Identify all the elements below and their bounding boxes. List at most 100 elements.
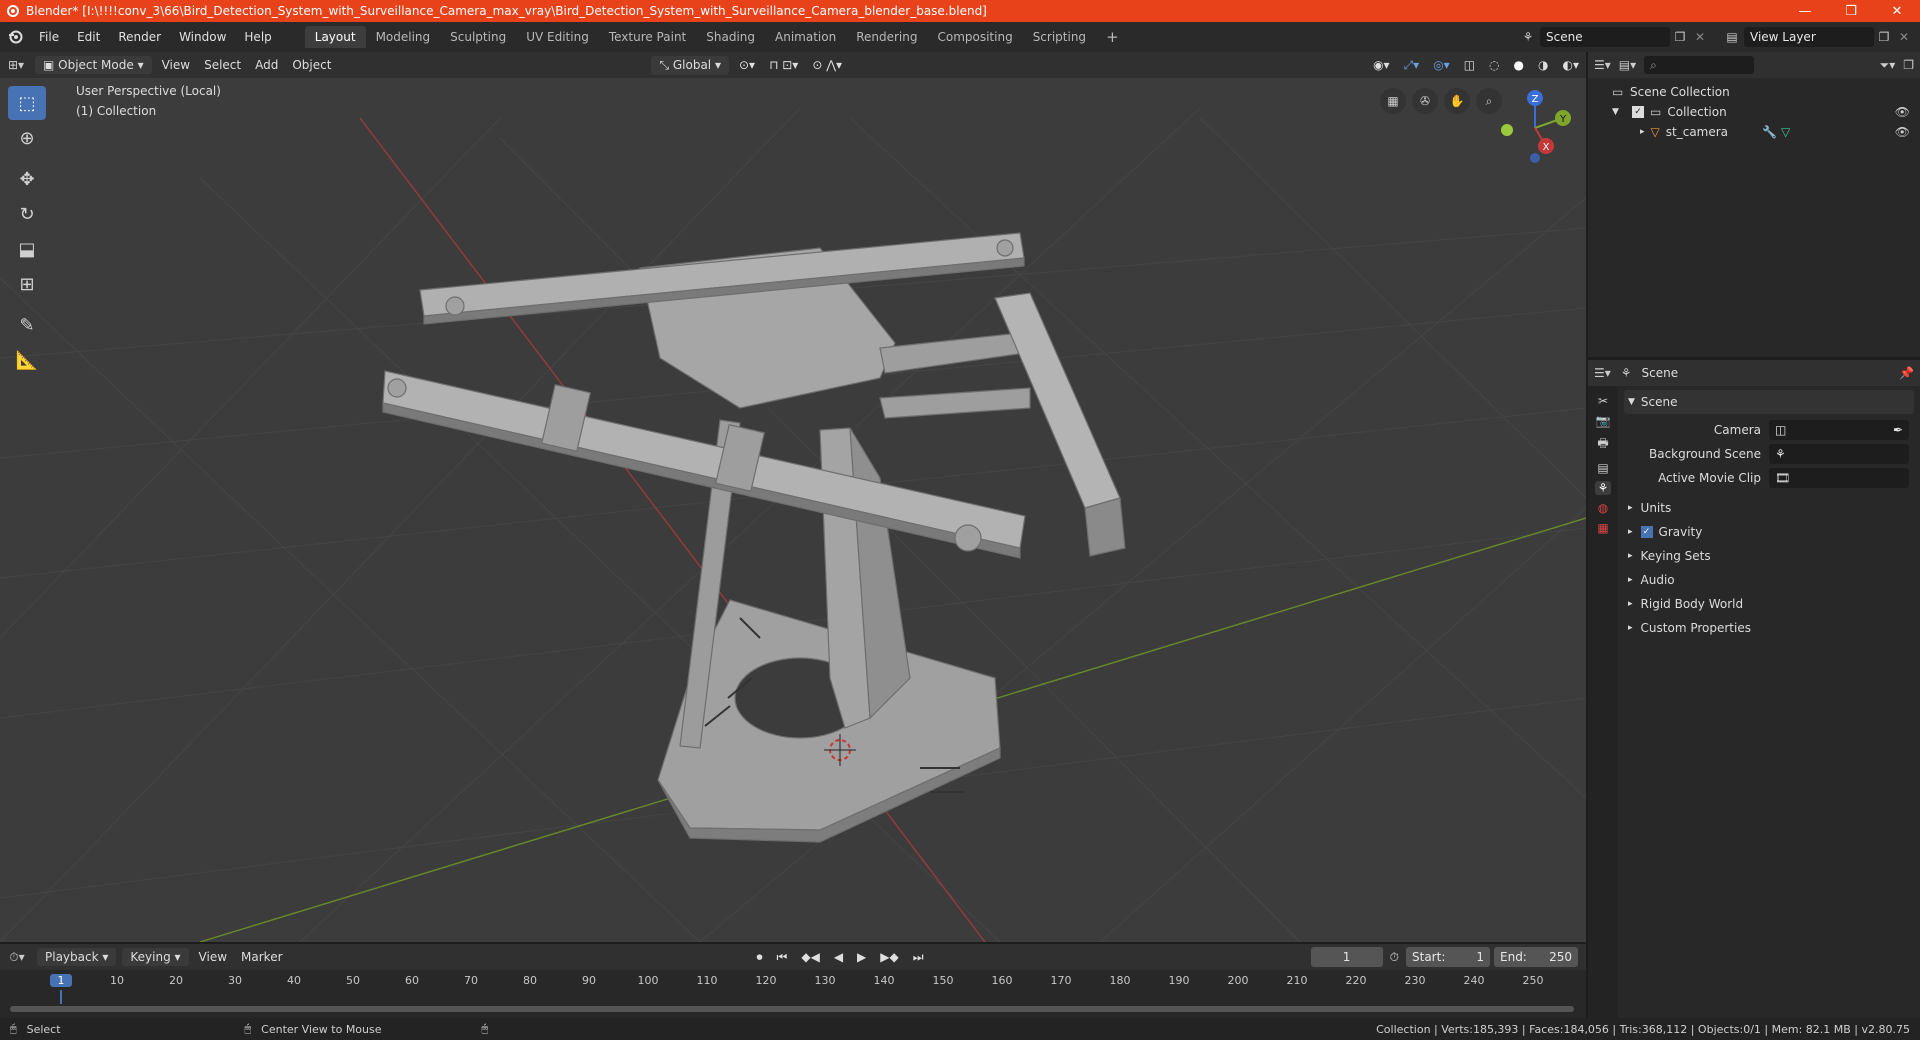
timeline-area[interactable]: 1 10 20 30 40 50 60 70 80 90 100 110 120 130 140 150 160…: [0, 970, 1586, 1018]
scene-icon[interactable]: ⚘: [1516, 30, 1540, 44]
playback-menu[interactable]: Playback ▾: [37, 948, 117, 966]
new-scene-icon[interactable]: ❐: [1670, 30, 1690, 44]
mode-dropdown[interactable]: ▣ Object Mode ▾: [35, 56, 152, 74]
measure-tool-icon[interactable]: 📐: [8, 343, 46, 377]
timeline-view-menu[interactable]: View: [192, 948, 234, 966]
menu-edit[interactable]: Edit: [68, 30, 109, 44]
render-tab-icon[interactable]: 📷: [1596, 414, 1611, 428]
outliner-scene-collection[interactable]: ▭ Scene Collection: [1594, 82, 1914, 102]
new-view-layer-icon[interactable]: ❐: [1874, 30, 1894, 44]
jump-start-icon[interactable]: ⏮: [770, 948, 795, 967]
view-layer-selector[interactable]: View Layer: [1744, 27, 1874, 47]
transform-orientation-dropdown[interactable]: ⤡ Global ▾: [651, 55, 729, 75]
menu-file[interactable]: File: [30, 30, 68, 44]
record-icon[interactable]: ⏺: [750, 948, 770, 967]
jump-end-icon[interactable]: ⏭: [906, 948, 931, 967]
tab-rendering[interactable]: Rendering: [846, 26, 927, 48]
visibility-eye-icon[interactable]: 👁: [1895, 125, 1910, 139]
select-box-tool-icon[interactable]: ⬚: [8, 86, 46, 120]
blender-menu-icon[interactable]: [0, 29, 30, 45]
tab-texture-paint[interactable]: Texture Paint: [599, 26, 696, 48]
scene-panel-header[interactable]: ▼ Scene: [1624, 390, 1914, 414]
tab-modeling[interactable]: Modeling: [366, 26, 441, 48]
minimize-button[interactable]: —: [1782, 4, 1828, 19]
active-movie-clip-field[interactable]: 🎞: [1769, 468, 1909, 488]
timeline-scrollbar[interactable]: [10, 1006, 1574, 1012]
menu-add[interactable]: Add: [248, 56, 285, 74]
stopwatch-icon[interactable]: ⏱: [1383, 948, 1406, 967]
camera-view-icon[interactable]: ✇: [1412, 88, 1438, 114]
tab-uv-editing[interactable]: UV Editing: [516, 26, 599, 48]
properties-editor-type-icon[interactable]: ☰▾: [1594, 366, 1611, 380]
overlay-toggle-icon[interactable]: ◎▾: [1426, 56, 1457, 74]
start-frame-field[interactable]: Start: 1: [1406, 947, 1490, 967]
material-shading-icon[interactable]: ◑: [1531, 56, 1555, 74]
next-keyframe-icon[interactable]: ▶◆: [873, 948, 905, 966]
close-button[interactable]: ✕: [1874, 4, 1920, 19]
tab-layout[interactable]: Layout: [304, 26, 366, 48]
scale-tool-icon[interactable]: ⬓: [8, 232, 46, 266]
axis-gizmo[interactable]: Z Y X: [1490, 86, 1572, 166]
frame-ruler[interactable]: 1 10 20 30 40 50 60 70 80 90 100 110 120 130 140 150 160…: [0, 970, 1586, 1004]
pivot-point-icon[interactable]: ⊙▾: [732, 56, 762, 74]
play-reverse-icon[interactable]: ◀: [827, 948, 850, 966]
gravity-section[interactable]: ▸ ✓ Gravity: [1624, 520, 1914, 544]
menu-select[interactable]: Select: [197, 56, 248, 74]
xray-toggle-icon[interactable]: ◫: [1457, 56, 1482, 74]
mesh-data-icon[interactable]: ▽: [1781, 125, 1790, 139]
outliner-collection[interactable]: ▼ ✓ ▭ Collection 👁: [1594, 102, 1914, 122]
tab-animation[interactable]: Animation: [765, 26, 846, 48]
pin-icon[interactable]: 📌: [1899, 366, 1914, 380]
outliner-object[interactable]: ▸ ▽ st_camera 🔧 ▽ 👁: [1594, 122, 1914, 142]
maximize-button[interactable]: ❐: [1828, 4, 1874, 19]
background-scene-field[interactable]: ⚘: [1769, 444, 1909, 464]
tab-compositing[interactable]: Compositing: [927, 26, 1022, 48]
menu-window[interactable]: Window: [170, 30, 235, 44]
modifier-wrench-icon[interactable]: 🔧: [1762, 125, 1777, 139]
current-frame-field[interactable]: 1: [1310, 947, 1383, 967]
expand-arrow-icon[interactable]: ▼: [1594, 107, 1619, 117]
wireframe-shading-icon[interactable]: ◌: [1482, 56, 1506, 74]
remove-view-layer-icon[interactable]: ✕: [1894, 30, 1914, 44]
custom-properties-section[interactable]: ▸ Custom Properties: [1624, 616, 1914, 640]
tab-sculpting[interactable]: Sculpting: [440, 26, 516, 48]
add-workspace-icon[interactable]: +: [1096, 24, 1129, 50]
tab-shading[interactable]: Shading: [696, 26, 765, 48]
timeline-editor-type-icon[interactable]: ⏱▾: [0, 950, 34, 965]
units-section[interactable]: ▸ Units: [1624, 496, 1914, 520]
display-mode-icon[interactable]: ▤▾: [1619, 58, 1636, 72]
move-tool-icon[interactable]: ✥: [8, 162, 46, 196]
grid-view-icon[interactable]: ▦: [1380, 88, 1406, 114]
transform-tool-icon[interactable]: ⊞: [8, 267, 46, 301]
rigid-body-world-section[interactable]: ▸ Rigid Body World: [1624, 592, 1914, 616]
expand-arrow-icon[interactable]: ▸: [1640, 127, 1645, 137]
collection-checkbox[interactable]: ✓: [1632, 106, 1644, 118]
rendered-shading-icon[interactable]: ◐▾: [1556, 56, 1587, 74]
3d-viewport[interactable]: User Perspective (Local) (1) Collection …: [0, 78, 1586, 942]
solid-shading-icon[interactable]: ●: [1507, 56, 1531, 74]
remove-scene-icon[interactable]: ✕: [1690, 30, 1710, 44]
gizmo-toggle-icon[interactable]: ⤢▾: [1397, 56, 1427, 75]
world-tab-icon[interactable]: ◍: [1598, 501, 1608, 515]
snap-icon[interactable]: ⊓ ⊡▾: [762, 56, 805, 74]
view-layer-tab-icon[interactable]: ▤: [1597, 461, 1608, 475]
menu-view[interactable]: View: [155, 56, 197, 74]
menu-render[interactable]: Render: [109, 30, 170, 44]
outliner-search-input[interactable]: ⌕: [1644, 56, 1755, 74]
tool-tab-icon[interactable]: ✂: [1598, 394, 1608, 408]
editor-type-icon[interactable]: ⊞▾: [0, 58, 32, 72]
end-frame-field[interactable]: End: 250: [1494, 947, 1578, 967]
scene-selector[interactable]: Scene: [1540, 27, 1670, 47]
texture-tab-icon[interactable]: ▦: [1597, 521, 1608, 535]
filter-icon[interactable]: ⏷▾: [1880, 58, 1896, 73]
keying-menu[interactable]: Keying ▾: [122, 948, 189, 966]
new-collection-icon[interactable]: ❐: [1903, 58, 1914, 72]
keying-sets-section[interactable]: ▸ Keying Sets: [1624, 544, 1914, 568]
audio-section[interactable]: ▸ Audio: [1624, 568, 1914, 592]
rotate-tool-icon[interactable]: ↻: [8, 197, 46, 231]
visibility-icon[interactable]: ◉▾: [1366, 56, 1397, 74]
visibility-eye-icon[interactable]: 👁: [1895, 105, 1910, 119]
view-layer-icon[interactable]: ▤: [1720, 30, 1744, 44]
prev-keyframe-icon[interactable]: ◆◀: [794, 948, 826, 966]
eyedropper-icon[interactable]: ✒: [1893, 423, 1903, 437]
